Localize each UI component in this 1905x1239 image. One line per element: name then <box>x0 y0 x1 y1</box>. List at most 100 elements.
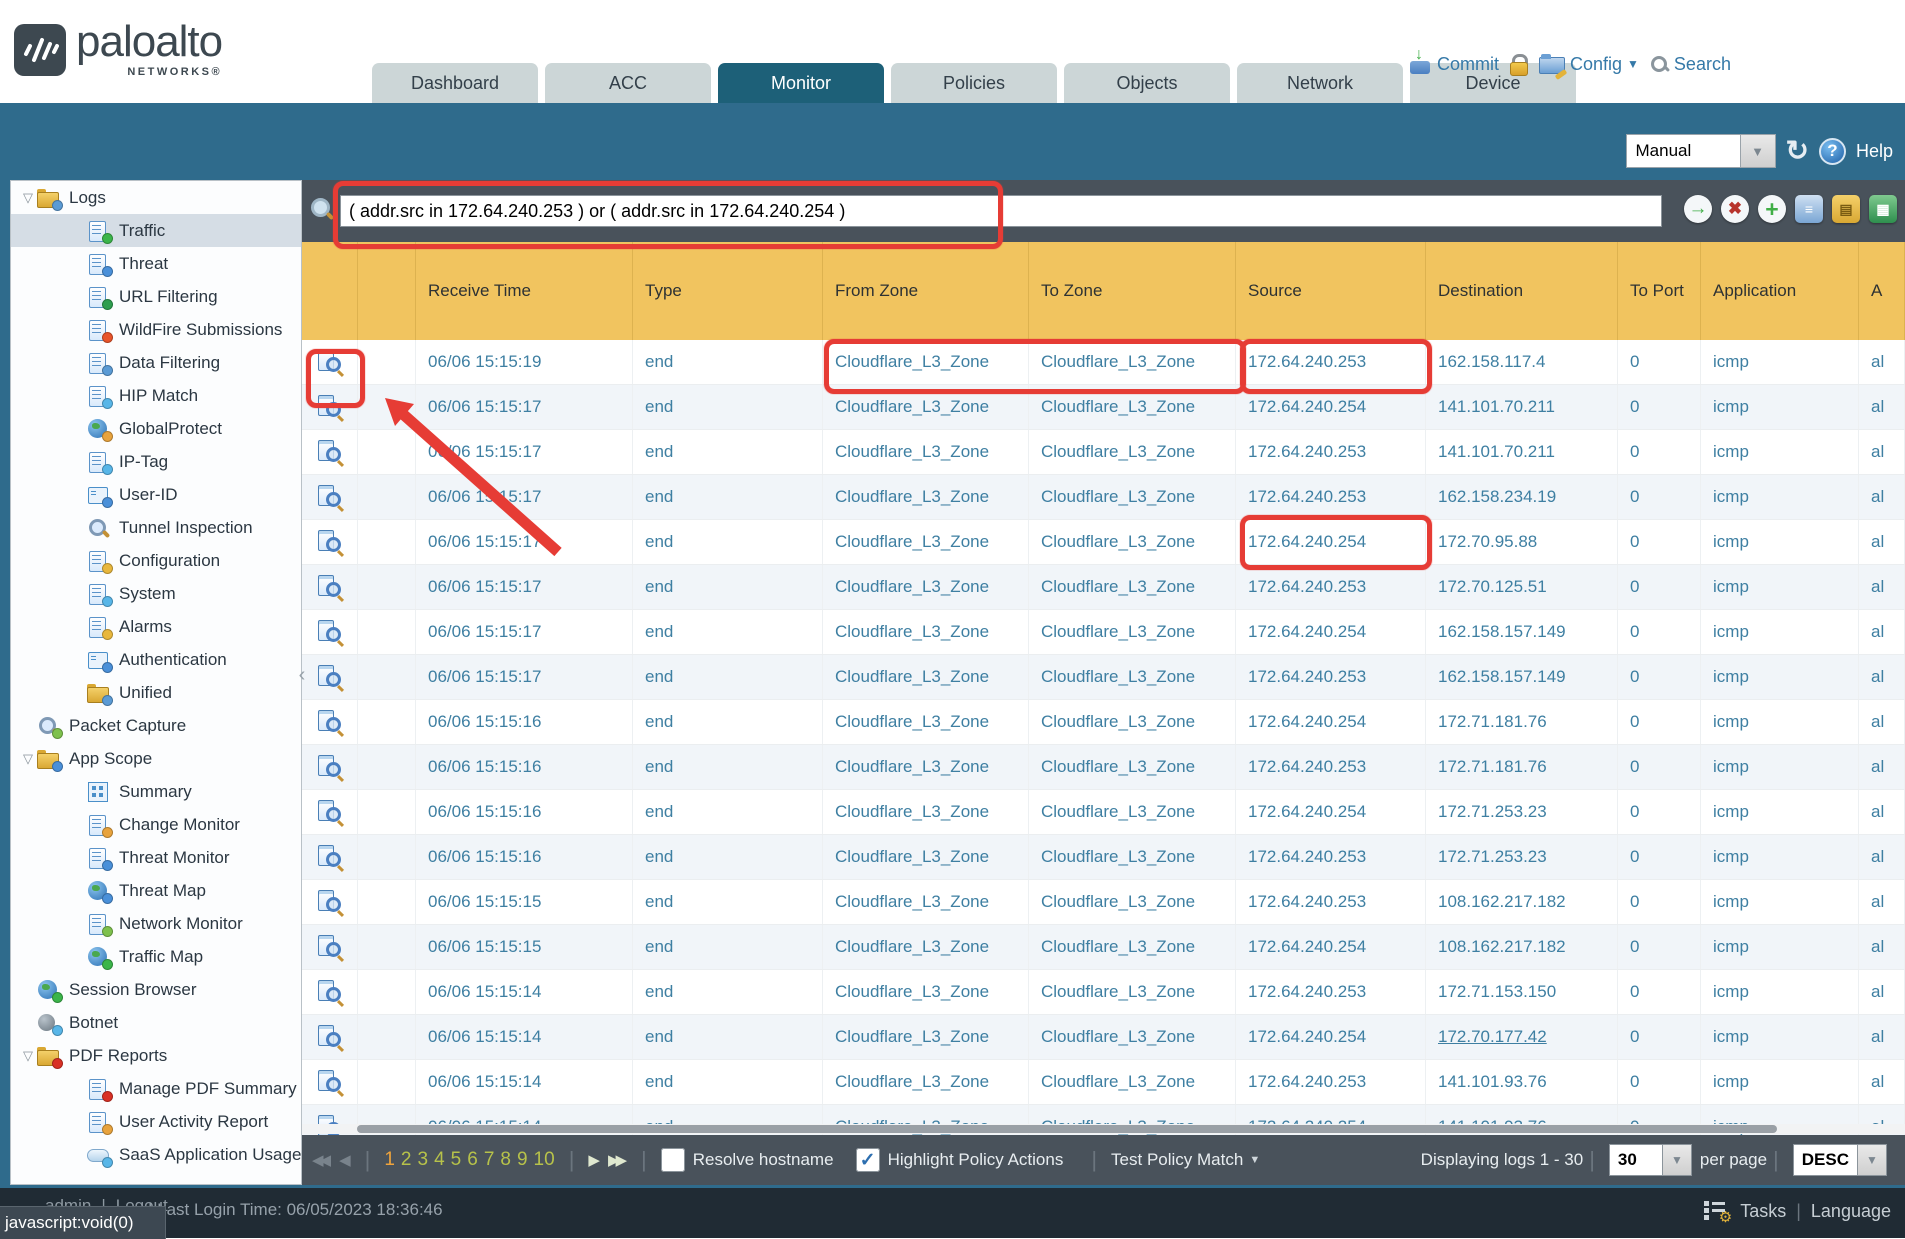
horizontal-scrollbar-thumb[interactable] <box>357 1125 1777 1133</box>
log-detail-cell[interactable] <box>302 835 358 879</box>
expand-triangle-icon[interactable]: ▽ <box>19 190 37 206</box>
sidebar-item-threat-monitor[interactable]: Threat Monitor <box>11 841 301 874</box>
add-filter-icon[interactable]: + <box>1758 195 1786 223</box>
tab-network[interactable]: Network <box>1237 63 1403 103</box>
tab-objects[interactable]: Objects <box>1064 63 1230 103</box>
column-header-a[interactable]: A <box>1859 242 1905 340</box>
destination-cell[interactable]: 172.70.177.42 <box>1426 1015 1618 1059</box>
sidebar-item-globalprotect[interactable]: GlobalProtect <box>11 412 301 445</box>
sidebar-item-manage-pdf-summary[interactable]: Manage PDF Summary <box>11 1072 301 1105</box>
sidebar-item-user-id[interactable]: User-ID <box>11 478 301 511</box>
sidebar-item-threat-map[interactable]: Threat Map <box>11 874 301 907</box>
sidebar-item-session-browser[interactable]: Session Browser <box>11 973 301 1006</box>
log-detail-cell[interactable] <box>302 520 358 564</box>
page-number-10[interactable]: 10 <box>534 1149 555 1171</box>
sidebar-item-network-monitor[interactable]: Network Monitor <box>11 907 301 940</box>
log-detail-icon[interactable] <box>317 440 343 464</box>
config-button[interactable]: Config ▼ <box>1539 53 1639 75</box>
sidebar-item-botnet[interactable]: Botnet <box>11 1006 301 1039</box>
log-detail-cell[interactable] <box>302 1060 358 1104</box>
expand-triangle-icon[interactable]: ▽ <box>19 1048 37 1064</box>
refresh-mode-caret-icon[interactable]: ▼ <box>1741 134 1776 168</box>
log-detail-icon[interactable] <box>317 890 343 914</box>
log-filter-input[interactable] <box>340 195 1662 227</box>
horizontal-scrollbar[interactable] <box>302 1124 1905 1134</box>
sidebar-item-packet-capture[interactable]: Packet Capture <box>11 709 301 742</box>
column-header-to-zone[interactable]: To Zone <box>1029 242 1236 340</box>
log-detail-cell[interactable] <box>302 925 358 969</box>
commit-button[interactable]: Commit <box>1408 52 1499 76</box>
column-header-source[interactable]: Source <box>1236 242 1426 340</box>
sidebar-item-authentication[interactable]: Authentication <box>11 643 301 676</box>
sidebar-item-saas-application-usage[interactable]: SaaS Application Usage <box>11 1138 301 1171</box>
sidebar-item-wildfire-submissions[interactable]: WildFire Submissions <box>11 313 301 346</box>
log-detail-cell[interactable] <box>302 430 358 474</box>
highlight-policy-actions-checkbox[interactable]: ✓ <box>856 1148 880 1172</box>
sidebar-item-hip-match[interactable]: HIP Match <box>11 379 301 412</box>
log-detail-cell[interactable] <box>302 745 358 789</box>
last-page-button[interactable]: ▶▶ <box>608 1151 627 1169</box>
refresh-mode-select[interactable]: Manual ▼ <box>1626 134 1776 168</box>
save-filter-icon[interactable]: ≡ <box>1795 195 1823 223</box>
language-button[interactable]: Language <box>1811 1201 1891 1222</box>
test-policy-match-dropdown[interactable]: Test Policy Match ▼ <box>1111 1150 1260 1170</box>
tasks-button[interactable]: Tasks <box>1740 1201 1786 1222</box>
clear-filter-icon[interactable]: ✖ <box>1721 195 1749 223</box>
sidebar-item-user-activity-report[interactable]: User Activity Report <box>11 1105 301 1138</box>
column-header-from-zone[interactable]: From Zone <box>823 242 1029 340</box>
log-detail-cell[interactable] <box>302 655 358 699</box>
tab-dashboard[interactable]: Dashboard <box>372 63 538 103</box>
log-detail-icon[interactable] <box>317 665 343 689</box>
log-detail-icon[interactable] <box>317 980 343 1004</box>
log-detail-icon[interactable] <box>317 350 343 374</box>
next-page-button[interactable]: ▶ <box>588 1151 600 1169</box>
lock-icon[interactable] <box>1509 53 1529 75</box>
sidebar-item-summary[interactable]: Summary <box>11 775 301 808</box>
column-header-type[interactable]: Type <box>633 242 823 340</box>
log-detail-icon[interactable] <box>317 755 343 779</box>
log-detail-icon[interactable] <box>317 845 343 869</box>
page-number-4[interactable]: 4 <box>434 1149 445 1171</box>
sort-order-caret-icon[interactable]: ▼ <box>1858 1144 1887 1176</box>
log-detail-icon[interactable] <box>317 485 343 509</box>
sidebar-item-ip-tag[interactable]: IP-Tag <box>11 445 301 478</box>
prev-page-button[interactable]: ◀ <box>339 1151 351 1169</box>
sidebar-item-pdf-reports[interactable]: ▽PDF Reports <box>11 1039 301 1072</box>
log-detail-icon[interactable] <box>317 1025 343 1049</box>
sidebar-item-configuration[interactable]: Configuration <box>11 544 301 577</box>
log-detail-cell[interactable] <box>302 1015 358 1059</box>
sidebar-item-system[interactable]: System <box>11 577 301 610</box>
per-page-select[interactable]: 30 ▼ <box>1609 1144 1692 1176</box>
sidebar-collapse-handle[interactable]: ‹ <box>296 652 308 698</box>
log-detail-cell[interactable] <box>302 790 358 834</box>
log-detail-icon[interactable] <box>317 710 343 734</box>
sidebar-item-url-filtering[interactable]: URL Filtering <box>11 280 301 313</box>
column-header-application[interactable]: Application <box>1701 242 1859 340</box>
log-detail-icon[interactable] <box>317 530 343 554</box>
apply-filter-icon[interactable]: → <box>1684 195 1712 223</box>
page-number-9[interactable]: 9 <box>517 1149 528 1171</box>
log-detail-icon[interactable] <box>317 935 343 959</box>
sidebar-item-app-scope[interactable]: ▽App Scope <box>11 742 301 775</box>
sidebar-item-unified[interactable]: Unified <box>11 676 301 709</box>
column-header-destination[interactable]: Destination <box>1426 242 1618 340</box>
sidebar-item-traffic[interactable]: Traffic <box>11 214 301 247</box>
page-number-7[interactable]: 7 <box>484 1149 495 1171</box>
search-button[interactable]: Search <box>1649 54 1731 75</box>
per-page-caret-icon[interactable]: ▼ <box>1663 1144 1692 1176</box>
log-detail-cell[interactable] <box>302 970 358 1014</box>
resolve-hostname-checkbox[interactable] <box>661 1148 685 1172</box>
first-page-button[interactable]: ◀◀ <box>312 1151 331 1169</box>
log-detail-icon[interactable] <box>317 620 343 644</box>
page-number-5[interactable]: 5 <box>451 1149 462 1171</box>
log-detail-cell[interactable] <box>302 385 358 429</box>
sidebar-item-tunnel-inspection[interactable]: Tunnel Inspection <box>11 511 301 544</box>
log-detail-cell[interactable] <box>302 565 358 609</box>
sidebar-item-traffic-map[interactable]: Traffic Map <box>11 940 301 973</box>
page-number-6[interactable]: 6 <box>467 1149 478 1171</box>
column-header-to-port[interactable]: To Port <box>1618 242 1701 340</box>
tab-acc[interactable]: ACC <box>545 63 711 103</box>
help-label[interactable]: Help <box>1856 141 1893 162</box>
log-detail-cell[interactable] <box>302 340 358 384</box>
refresh-icon[interactable]: ↻ <box>1786 137 1809 165</box>
